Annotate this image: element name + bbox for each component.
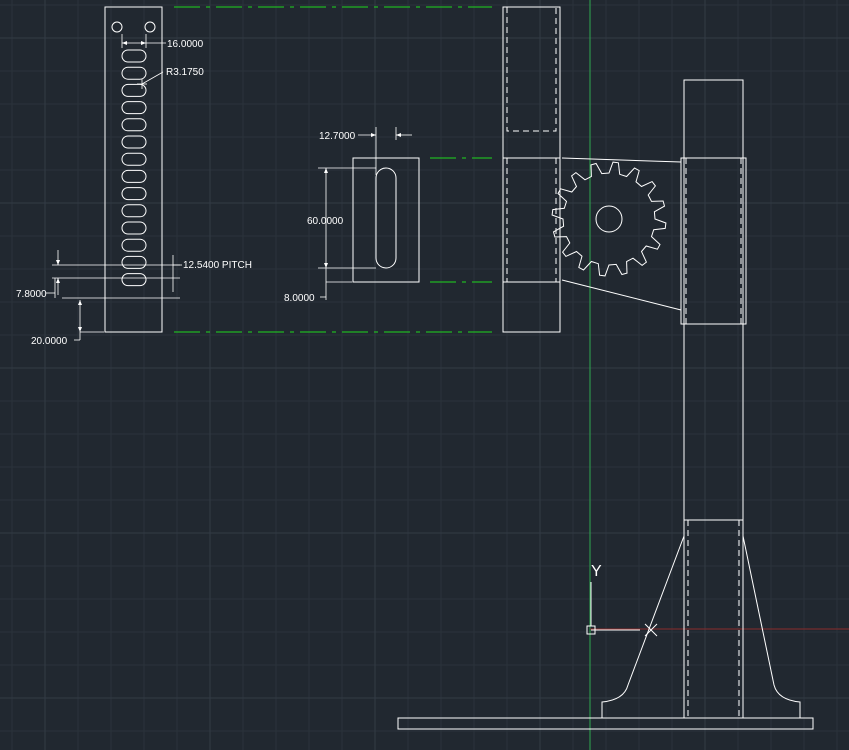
dim-bottom-offset[interactable]: 20.0000 xyxy=(31,300,104,347)
grid-major xyxy=(0,0,849,750)
gear-bore xyxy=(595,205,623,233)
dim-text: 16.0000 xyxy=(167,39,204,50)
grid-minor xyxy=(0,0,849,750)
rack-slot xyxy=(121,221,147,235)
rack-slot xyxy=(121,118,147,132)
ucs-y-label: Y xyxy=(591,563,602,580)
rack-slot xyxy=(121,169,147,183)
rack-slot xyxy=(121,255,147,269)
rack-slot xyxy=(121,238,147,252)
rack-slot xyxy=(121,101,147,115)
gear-assembly[interactable] xyxy=(551,157,682,311)
dim-pitch-offset[interactable]: 7.8000 xyxy=(16,278,180,300)
drawing-canvas[interactable]: 16.0000 R3.1750 12.5400 PITCH 7.8000 20.… xyxy=(0,0,849,750)
dim-text: 20.0000 xyxy=(31,336,68,347)
pinion-gear xyxy=(551,161,667,277)
rack-slot xyxy=(121,66,147,80)
main-post[interactable] xyxy=(680,79,747,521)
rack-slot xyxy=(121,187,147,201)
slot xyxy=(375,167,397,269)
dim-text: R3.1750 xyxy=(166,67,204,78)
dim-slot-spacing[interactable]: 16.0000 xyxy=(121,34,204,50)
mount-hole-right xyxy=(144,21,156,33)
rack-slot xyxy=(121,49,147,63)
rack-slot xyxy=(121,152,147,166)
mount-hole-left xyxy=(111,21,123,33)
slotted-bracket[interactable] xyxy=(352,157,420,283)
dim-text: 12.7000 xyxy=(319,131,356,142)
dim-text: 8.0000 xyxy=(284,293,315,304)
rack-slot xyxy=(121,135,147,149)
dim-hole-radius[interactable]: R3.1750 xyxy=(137,67,204,89)
dim-pitch[interactable]: 12.5400 PITCH xyxy=(52,250,252,295)
dim-text: 7.8000 xyxy=(16,289,47,300)
rack-slot xyxy=(121,204,147,218)
dim-text: 12.5400 PITCH xyxy=(183,260,252,271)
rack-slot xyxy=(121,273,147,287)
dim-text: 60.0000 xyxy=(307,216,344,227)
